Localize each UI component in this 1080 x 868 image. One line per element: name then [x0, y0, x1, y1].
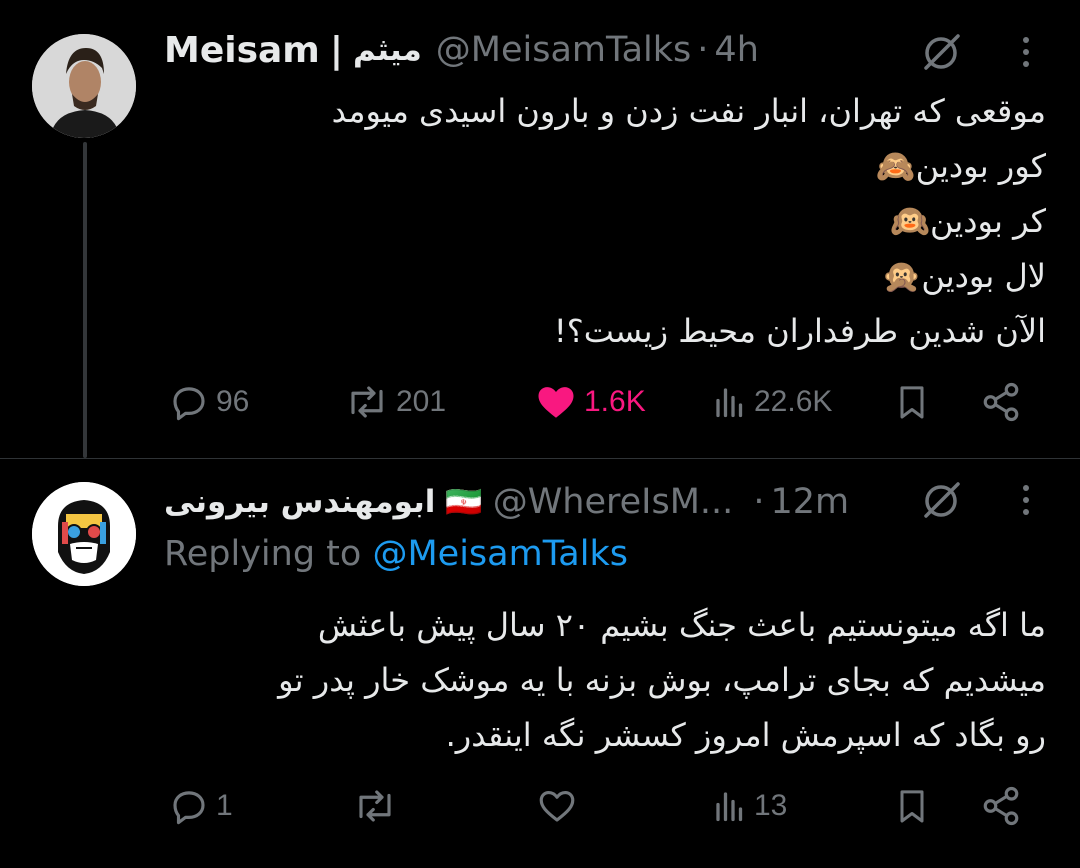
- heart-filled-icon: [538, 387, 574, 418]
- more-options-icon[interactable]: [1020, 478, 1032, 522]
- bookmark-button[interactable]: [892, 372, 932, 432]
- reply-icon: [173, 791, 205, 825]
- reply-button[interactable]: 1: [168, 776, 233, 836]
- timestamp[interactable]: 4h: [714, 30, 758, 70]
- share-button[interactable]: [980, 372, 1022, 432]
- tweet-divider: [0, 458, 1080, 459]
- share-icon: [983, 382, 1019, 422]
- reply-icon: [173, 387, 205, 421]
- repost-count: 201: [396, 385, 447, 418]
- reply-count: 96: [216, 385, 250, 418]
- heart-icon: [539, 790, 575, 822]
- action-bar: 96 201 1.6K 22.6K: [164, 372, 1046, 432]
- display-name-fa[interactable]: میثم: [353, 32, 422, 68]
- bookmark-icon: [900, 386, 924, 419]
- views-button[interactable]: 22.6K: [712, 372, 832, 432]
- tweet-text-line: الآن شدین طرفداران محیط زیست؟!: [553, 312, 1046, 350]
- avatar-illustration: [32, 482, 136, 586]
- tweet-text-line: لال بودین🙊: [881, 257, 1046, 295]
- grok-icon[interactable]: [920, 30, 964, 74]
- reply-count: 1: [216, 789, 233, 822]
- mention-link[interactable]: @MeisamTalks: [372, 534, 628, 574]
- thread-connector-line: [83, 142, 87, 458]
- timestamp[interactable]: 12m: [770, 482, 849, 522]
- more-options-icon[interactable]: [1020, 30, 1032, 74]
- tweet-text-line: رو بگاد که اسپرمش امروز کسشر نگه اینقدر.: [445, 716, 1046, 754]
- tweet-header: ابومهندس بیرونی 🇮🇷 @WhereIsM... · 12m: [164, 480, 849, 524]
- repost-icon: [351, 386, 383, 418]
- views-count: 22.6K: [754, 385, 833, 418]
- tweet-text-line: کور بودین🙈: [875, 147, 1046, 185]
- share-icon: [983, 786, 1019, 826]
- dot-separator: ·: [697, 30, 709, 70]
- dot-separator: ·: [753, 482, 765, 522]
- display-name[interactable]: ابومهندس بیرونی: [164, 484, 435, 520]
- replying-to-label: Replying to: [164, 534, 362, 574]
- tweet-text-line: میشدیم که بجای ترامپ، بوش بزنه با یه موش…: [278, 661, 1046, 699]
- repost-button[interactable]: 201: [344, 372, 446, 432]
- user-handle[interactable]: @MeisamTalks: [436, 30, 692, 70]
- bookmark-icon: [900, 790, 924, 823]
- reply-button[interactable]: 96: [168, 372, 249, 432]
- repost-icon: [359, 790, 391, 822]
- views-icon: [716, 792, 743, 822]
- like-button[interactable]: 1.6K: [534, 372, 646, 432]
- avatar[interactable]: [32, 34, 136, 138]
- display-name[interactable]: Meisam: [164, 30, 320, 71]
- flag-emoji: 🇮🇷: [445, 484, 483, 520]
- user-handle[interactable]: @WhereIsM...: [493, 482, 734, 522]
- views-icon: [716, 388, 743, 418]
- avatar-photo: [32, 34, 136, 138]
- replying-to: Replying to @MeisamTalks: [164, 534, 628, 574]
- like-button[interactable]: [536, 776, 584, 836]
- views-count: 13: [754, 789, 788, 822]
- action-bar: 1 13: [164, 776, 1046, 836]
- grok-icon[interactable]: [920, 478, 964, 522]
- bookmark-button[interactable]: [892, 776, 932, 836]
- share-button[interactable]: [980, 776, 1022, 836]
- views-button[interactable]: 13: [712, 776, 787, 836]
- avatar[interactable]: [32, 482, 136, 586]
- repost-button[interactable]: [352, 776, 404, 836]
- like-count: 1.6K: [584, 385, 646, 418]
- tweet-text-line: کر بودین🙉: [890, 202, 1046, 240]
- tweet-text-line: موقعی که تهران، انبار نفت زدن و بارون اس…: [331, 92, 1046, 130]
- tweet-text-line: ما اگه میتونستیم باعث جنگ بشیم ۲۰ سال پی…: [317, 606, 1046, 644]
- tweet-header: Meisam | میثم @MeisamTalks · 4h: [164, 28, 759, 72]
- name-separator: |: [329, 29, 343, 71]
- tweet-text: ما اگه میتونستیم باعث جنگ بشیم ۲۰ سال پی…: [176, 598, 1046, 763]
- tweet-text: موقعی که تهران، انبار نفت زدن و بارون اس…: [156, 84, 1046, 359]
